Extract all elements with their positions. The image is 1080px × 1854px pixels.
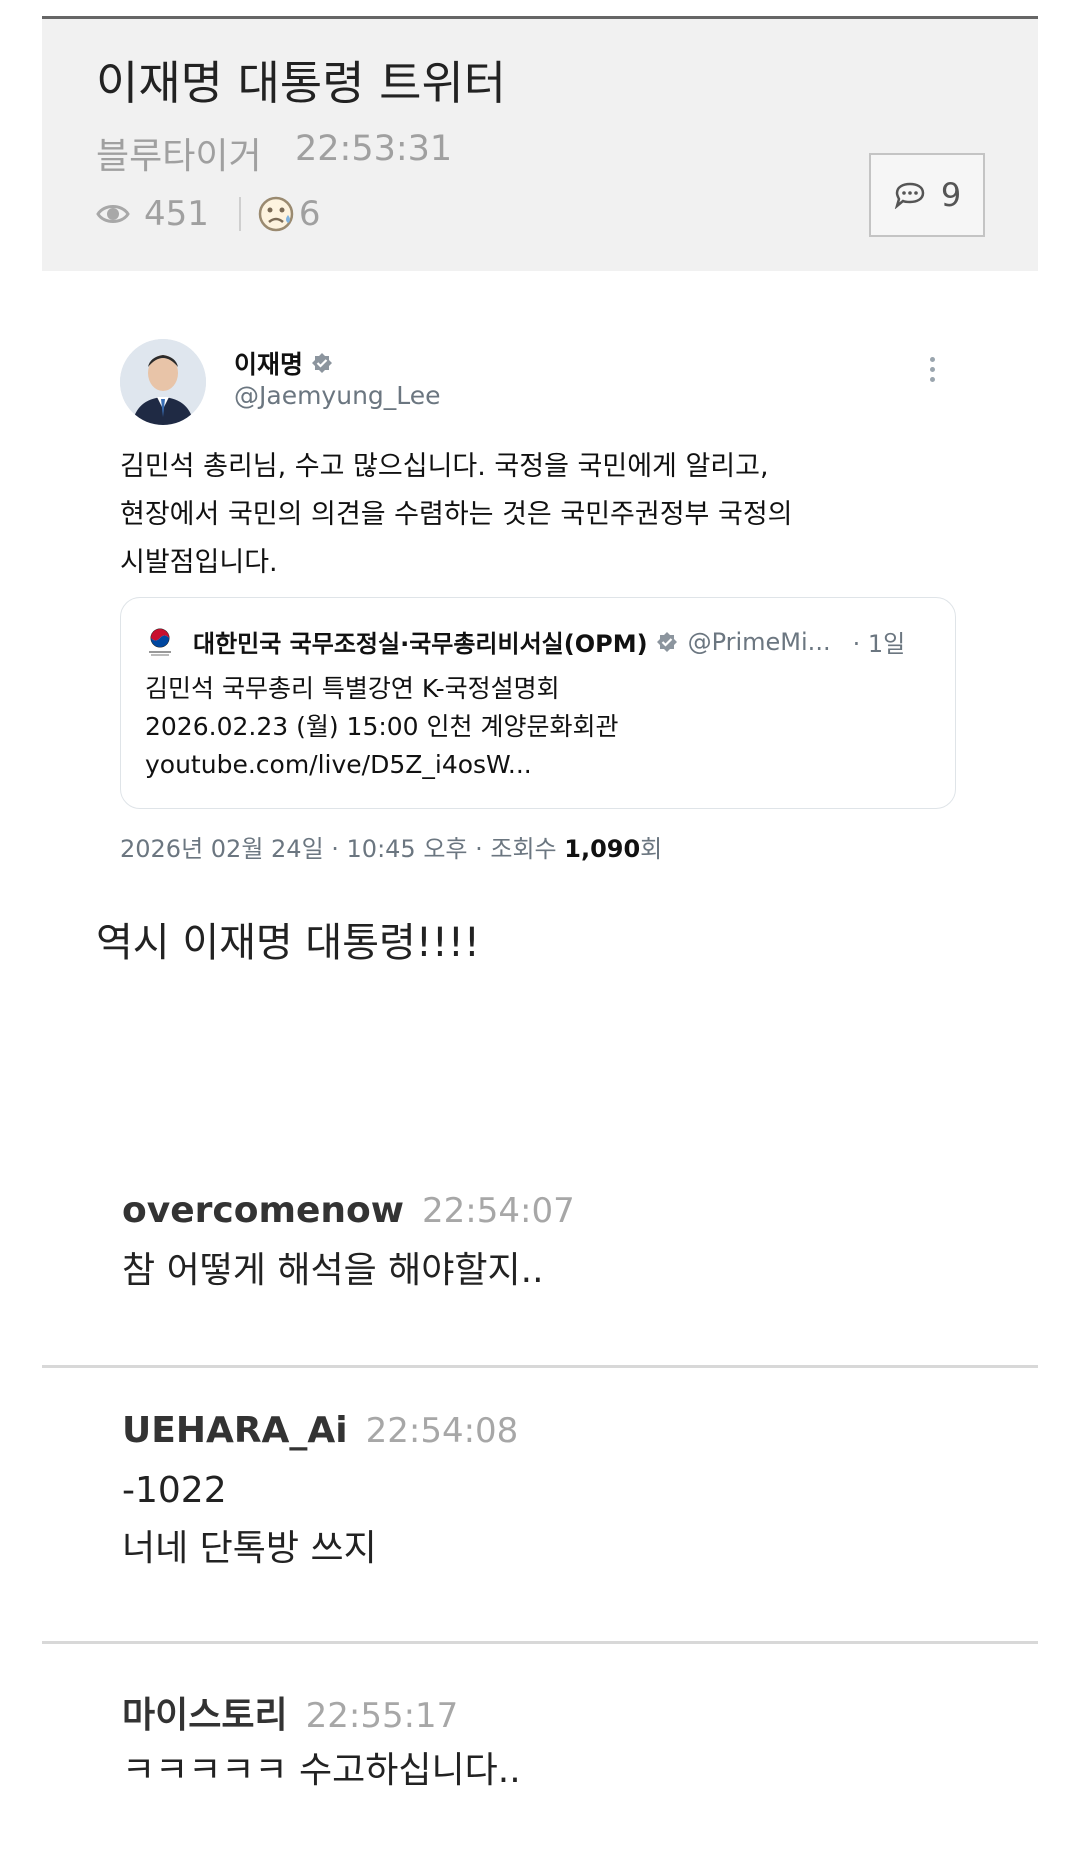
tweet-author-name[interactable]: 이재명 (234, 345, 333, 381)
quoted-tweet[interactable]: 대한민국 국무조정실·국무총리비서실(OPM) @PrimeMi... · 1일… (120, 597, 956, 809)
comment-author-name: 마이스토리 (122, 1695, 288, 1736)
comment-divider (42, 1365, 1038, 1368)
quoted-author-handle: @PrimeMi... (687, 627, 831, 656)
post-header: 이재명 대통령 트위터 블루타이거 22:53:31 451 6 9 (42, 19, 1038, 271)
tweet-text-line: 시발점입니다. (120, 547, 278, 578)
tweet-author-handle[interactable]: @Jaemyung_Lee (234, 381, 441, 410)
view-count: 451 (144, 194, 209, 234)
comment-count-button[interactable]: 9 (869, 153, 985, 237)
stats-divider (238, 197, 241, 231)
comment-text: ㅋㅋㅋㅋㅋ 수고하십니다.. (122, 1742, 521, 1800)
comment-author[interactable]: 마이스토리 22:55:17 (122, 1686, 458, 1738)
comment-text-line: -1022 (122, 1470, 227, 1511)
comment-time: 22:55:17 (305, 1696, 459, 1736)
sad-face-icon (257, 195, 297, 233)
comment-text-line: 너네 단톡방 쓰지 (122, 1528, 377, 1569)
tweet-date: 2026년 02월 24일 · 10:45 오후 · 조회수 1,090회 (120, 829, 662, 864)
post-author[interactable]: 블루타이거 (96, 127, 262, 179)
comment-author-name: overcomenow (122, 1190, 404, 1231)
verified-badge-icon (311, 352, 333, 374)
quoted-link[interactable]: youtube.com/live/D5Z_i4osW... (145, 746, 618, 784)
government-emblem-icon (147, 627, 173, 657)
comment-author-name: UEHARA_Ai (122, 1410, 348, 1451)
comment-text: -1022 너네 단톡방 쓰지 (122, 1462, 377, 1578)
avatar[interactable] (120, 339, 206, 425)
quoted-text-line: 김민석 국무총리 특별강연 K-국정설명회 (145, 674, 560, 703)
post-time: 22:53:31 (295, 129, 453, 169)
tweet-view-count: 1,090 (564, 835, 641, 863)
tweet-text-line: 김민석 총리님, 수고 많으십니다. 국정을 국민에게 알리고, (120, 451, 769, 482)
quoted-tweet-text: 김민석 국무총리 특별강연 K-국정설명회 2026.02.23 (월) 15:… (145, 670, 618, 784)
post-body: 역시 이재명 대통령!!!! (96, 920, 480, 966)
more-vertical-icon[interactable] (930, 357, 935, 382)
speech-bubble-icon (893, 181, 927, 209)
comment-text-line: 참 어떻게 해석을 해야할지.. (122, 1250, 544, 1291)
comment-time: 22:54:08 (365, 1411, 519, 1451)
comment-author[interactable]: overcomenow 22:54:07 (122, 1190, 575, 1231)
comment-text: 참 어떻게 해석을 해야할지.. (122, 1242, 544, 1300)
comment-count: 9 (940, 176, 962, 214)
eye-icon (96, 202, 130, 226)
comment-divider (42, 1641, 1038, 1644)
tweet-text-line: 현장에서 국민의 의견을 수렴하는 것은 국민주권정부 국정의 (120, 499, 793, 530)
quoted-tweet-header: 대한민국 국무조정실·국무총리비서실(OPM) @PrimeMi... · 1일 (147, 624, 905, 659)
tweet-author-label: 이재명 (234, 350, 304, 379)
comment-time: 22:54:07 (422, 1191, 575, 1231)
embedded-tweet[interactable]: 이재명 @Jaemyung_Lee 김민석 총리님, 수고 많으십니다. 국정을… (120, 335, 960, 875)
comment-text-line: ㅋㅋㅋㅋㅋ 수고하십니다.. (122, 1750, 521, 1791)
post-title: 이재명 대통령 트위터 (96, 56, 507, 110)
tweet-text: 김민석 총리님, 수고 많으십니다. 국정을 국민에게 알리고, 현장에서 국민… (120, 443, 940, 587)
reaction-count: 6 (298, 194, 321, 234)
quoted-tweet-age: · 1일 (852, 630, 906, 658)
post-stats: 451 6 (96, 194, 321, 234)
tweet-date-text: 2026년 02월 24일 · 10:45 오후 · 조회수 (120, 835, 565, 863)
quoted-author-name: 대한민국 국무조정실·국무총리비서실(OPM) (193, 630, 648, 658)
comment-author[interactable]: UEHARA_Ai 22:54:08 (122, 1410, 518, 1451)
quoted-text-line: 2026.02.23 (월) 15:00 인천 계양문화회관 (145, 712, 619, 741)
verified-badge-icon (656, 631, 678, 653)
tweet-view-unit: 회 (640, 835, 663, 863)
